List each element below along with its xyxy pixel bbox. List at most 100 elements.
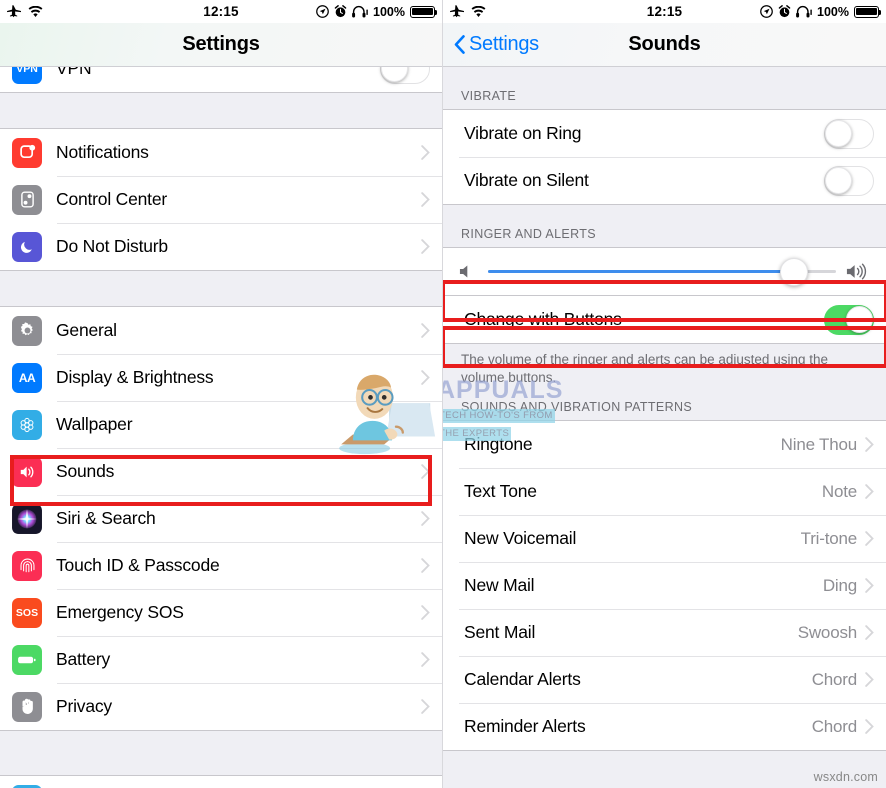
row-vibrate-on-silent[interactable]: Vibrate on Silent bbox=[443, 157, 886, 204]
vibrate-on-silent-toggle[interactable] bbox=[824, 165, 874, 196]
sounds-scroll-body[interactable]: VIBRATE Vibrate on Ring Vibrate on Silen… bbox=[443, 67, 886, 788]
sounds-patterns-group: Ringtone Nine Thou Text Tone Note New Vo… bbox=[443, 420, 886, 752]
partial-app-icon bbox=[12, 784, 42, 788]
row-accessory: Ding bbox=[823, 576, 886, 596]
row-label: Change with Buttons bbox=[464, 309, 622, 329]
settings-row-label: Emergency SOS bbox=[56, 602, 184, 622]
row-accessory bbox=[421, 417, 442, 432]
row-label: Vibrate on Ring bbox=[464, 123, 582, 143]
row-value: Swoosh bbox=[797, 622, 857, 642]
settings-screen: 12:15 100% Settings VPN VPN Notification… bbox=[0, 0, 443, 788]
row-label: Vibrate on Silent bbox=[464, 170, 589, 190]
battery-icon bbox=[854, 5, 882, 18]
battery-icon bbox=[12, 644, 42, 675]
volume-slider[interactable] bbox=[488, 257, 836, 286]
vibrate-on-ring-toggle[interactable] bbox=[824, 118, 874, 149]
settings-row-general[interactable]: General bbox=[0, 307, 442, 354]
vibrate-group: Vibrate on Ring Vibrate on Silent bbox=[443, 109, 886, 205]
row-label: Calendar Alerts bbox=[464, 669, 581, 690]
settings-row-privacy[interactable]: Privacy bbox=[0, 683, 442, 730]
row-new-voicemail[interactable]: New Voicemail Tri-tone bbox=[443, 515, 886, 563]
chevron-right-icon bbox=[421, 192, 430, 207]
sounds-icon bbox=[12, 456, 42, 487]
chevron-right-icon bbox=[865, 719, 874, 735]
row-label: Ringtone bbox=[464, 434, 533, 455]
row-vibrate-on-ring[interactable]: Vibrate on Ring bbox=[443, 110, 886, 157]
page-title: Settings bbox=[182, 33, 260, 55]
chevron-right-icon bbox=[421, 511, 430, 526]
section-footer-ringer: The volume of the ringer and alerts can … bbox=[443, 344, 886, 388]
row-accessory: Nine Thou bbox=[781, 435, 886, 455]
chevron-right-icon bbox=[865, 672, 874, 688]
settings-row-do-not-disturb[interactable]: Do Not Disturb bbox=[0, 223, 442, 270]
row-reminder-alerts[interactable]: Reminder Alerts Chord bbox=[443, 703, 886, 751]
status-bar-time: 12:15 bbox=[203, 4, 239, 19]
row-text-tone[interactable]: Text Tone Note bbox=[443, 468, 886, 516]
notifications-icon bbox=[12, 137, 42, 168]
row-accessory bbox=[824, 118, 886, 149]
settings-row-siri-search[interactable]: Siri & Search bbox=[0, 495, 442, 542]
settings-row-battery[interactable]: Battery bbox=[0, 636, 442, 683]
row-ringtone[interactable]: Ringtone Nine Thou bbox=[443, 421, 886, 469]
speaker-high-icon bbox=[846, 263, 867, 280]
settings-row-touch-id-passcode[interactable]: Touch ID & Passcode bbox=[0, 542, 442, 589]
settings-row-partial[interactable] bbox=[0, 776, 442, 788]
settings-row-emergency-sos[interactable]: SOS Emergency SOS bbox=[0, 589, 442, 636]
wallpaper-icon bbox=[12, 409, 42, 440]
row-label: New Mail bbox=[464, 575, 535, 596]
row-value: Ding bbox=[822, 575, 857, 595]
row-accessory bbox=[421, 558, 442, 573]
section-header-sounds-patterns: SOUNDS AND VIBRATION PATTERNS bbox=[443, 387, 886, 421]
chevron-right-icon bbox=[421, 558, 430, 573]
chevron-right-icon bbox=[865, 484, 874, 500]
change-with-buttons-toggle[interactable] bbox=[824, 304, 874, 335]
settings-group-general: General AA Display & Brightness Wallpape… bbox=[0, 306, 442, 731]
row-value: Chord bbox=[811, 669, 858, 689]
settings-row-vpn[interactable]: VPN VPN bbox=[0, 67, 442, 92]
row-change-with-buttons[interactable]: Change with Buttons bbox=[443, 296, 886, 343]
chevron-right-icon bbox=[421, 417, 430, 432]
display-icon: AA bbox=[12, 362, 42, 393]
chevron-right-icon bbox=[865, 531, 874, 547]
volume-slider-row[interactable] bbox=[443, 248, 886, 295]
settings-row-notifications[interactable]: Notifications bbox=[0, 129, 442, 176]
vpn-toggle[interactable] bbox=[380, 67, 430, 84]
settings-row-label: Sounds bbox=[56, 461, 115, 481]
settings-row-label: General bbox=[56, 320, 117, 340]
chevron-right-icon bbox=[421, 605, 430, 620]
row-calendar-alerts[interactable]: Calendar Alerts Chord bbox=[443, 656, 886, 704]
settings-row-display-brightness[interactable]: AA Display & Brightness bbox=[0, 354, 442, 401]
settings-row-label: Touch ID & Passcode bbox=[56, 555, 220, 575]
row-value: Tri-tone bbox=[800, 528, 858, 548]
row-label: New Voicemail bbox=[464, 528, 577, 549]
settings-row-wallpaper[interactable]: Wallpaper bbox=[0, 401, 442, 448]
settings-row-label: Do Not Disturb bbox=[56, 236, 168, 256]
section-header-vibrate: VIBRATE bbox=[443, 67, 886, 109]
row-sent-mail[interactable]: Sent Mail Swoosh bbox=[443, 609, 886, 657]
row-value: Chord bbox=[811, 716, 858, 736]
moon-icon bbox=[12, 231, 42, 262]
row-accessory: Tri-tone bbox=[801, 529, 886, 549]
row-accessory: Swoosh bbox=[798, 623, 886, 643]
settings-row-sounds[interactable]: Sounds bbox=[0, 448, 442, 495]
speaker-low-icon bbox=[459, 265, 468, 278]
vpn-icon: VPN bbox=[12, 67, 42, 84]
row-accessory bbox=[421, 192, 442, 207]
settings-row-control-center[interactable]: Control Center bbox=[0, 176, 442, 223]
section-gap bbox=[0, 731, 442, 775]
siri-icon bbox=[12, 503, 42, 534]
back-button[interactable]: Settings bbox=[443, 33, 539, 56]
row-accessory bbox=[421, 239, 442, 254]
hand-icon bbox=[12, 691, 42, 722]
settings-scroll-body[interactable]: VPN VPN Notifications Control Center Do … bbox=[0, 67, 442, 788]
row-accessory bbox=[421, 511, 442, 526]
settings-group-clipped-bottom bbox=[0, 775, 442, 788]
row-accessory: Note bbox=[822, 482, 886, 502]
dual-screenshot: 12:15 100% Settings VPN VPN Notification… bbox=[0, 0, 886, 788]
sos-icon: SOS bbox=[12, 597, 42, 628]
chevron-right-icon bbox=[421, 652, 430, 667]
settings-row-label: Siri & Search bbox=[56, 508, 156, 528]
row-new-mail[interactable]: New Mail Ding bbox=[443, 562, 886, 610]
row-accessory bbox=[421, 652, 442, 667]
chevron-left-icon bbox=[454, 35, 465, 54]
